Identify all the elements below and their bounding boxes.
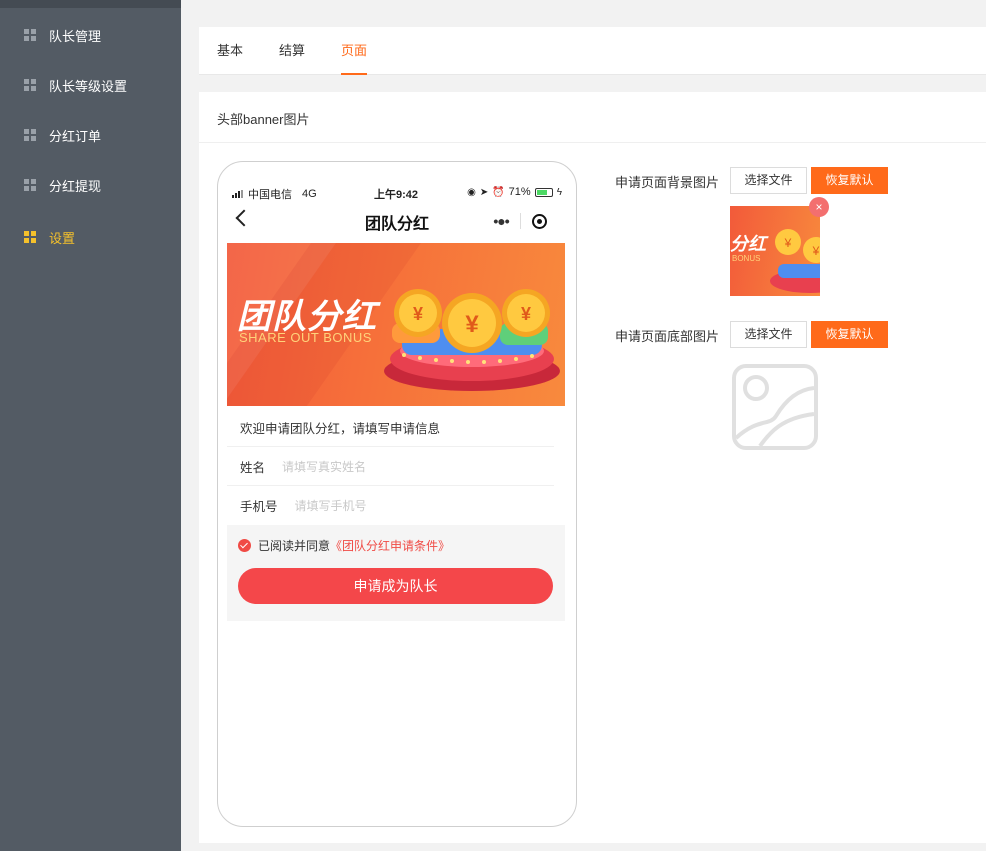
phone-row: 手机号 请填写手机号: [227, 486, 554, 525]
tab-basic[interactable]: 基本: [217, 27, 243, 75]
agreement-text: 已阅读并同意: [258, 539, 331, 553]
carrier-text: 中国电信: [248, 189, 292, 201]
phone-label: 手机号: [240, 500, 278, 514]
coin-symbol: ¥: [812, 244, 820, 258]
apply-form: 欢迎申请团队分红，请填写申请信息 姓名 请填写真实姓名 手机号 请填写手机号 已…: [227, 408, 565, 621]
grid-icon: [24, 129, 36, 141]
bottom-restore-default-button[interactable]: 恢复默认: [811, 321, 888, 348]
sidebar-item-settings[interactable]: 设置: [0, 220, 181, 254]
sidebar-item-level-settings[interactable]: 队长等级设置: [0, 68, 181, 102]
tab-page[interactable]: 页面: [341, 27, 368, 75]
coin-symbol: ¥: [465, 311, 479, 338]
agreement-area: 已阅读并同意 《团队分红申请条件》 申请成为队长: [227, 525, 565, 621]
sidebar-item-label: 队长管理: [49, 28, 102, 44]
more-icon[interactable]: •●•: [482, 213, 520, 229]
checked-icon[interactable]: [238, 539, 251, 552]
clock-text: 上午9:42: [374, 189, 419, 201]
sidebar-top-strip: [0, 0, 181, 8]
section-title: 头部banner图片: [217, 112, 310, 127]
close-target-icon[interactable]: [521, 213, 558, 229]
sidebar-item-label: 分红订单: [49, 128, 102, 144]
sidebar: 队长管理 队长等级设置 分红订单 分红提现 设置: [0, 0, 181, 851]
alarm-icon: ⏰: [492, 186, 505, 198]
sidebar-item-label: 队长等级设置: [49, 78, 128, 94]
thumb-title: 分红: [730, 234, 766, 254]
agreement-link[interactable]: 《团队分红申请条件》: [330, 537, 450, 554]
sidebar-item-label: 分红提现: [49, 178, 102, 194]
grid-icon: [24, 231, 36, 243]
mini-program-navbar: 团队分红 •●•: [218, 206, 576, 236]
coin-icon: ¥ ¥: [770, 229, 820, 293]
coin-stage-icon: ¥ ¥ ¥: [384, 289, 560, 391]
bg-image-label: 申请页面背景图片: [615, 175, 720, 190]
coin-symbol: ¥: [784, 236, 792, 250]
bottom-choose-file-button[interactable]: 选择文件: [730, 321, 807, 348]
charging-icon: ϟ: [556, 186, 562, 198]
tab-bar: 基本 结算 页面: [199, 27, 986, 75]
location-icon: ➤: [479, 186, 489, 198]
image-placeholder-icon: [732, 364, 818, 450]
sidebar-item-dividend-orders[interactable]: 分红订单: [0, 118, 181, 152]
network-text: 4G: [302, 188, 317, 200]
signal-icon: [232, 190, 243, 198]
coin-symbol: ¥: [521, 304, 531, 324]
capsule-menu: •●•: [482, 208, 558, 234]
grid-icon: [24, 29, 36, 41]
battery-percent: 71%: [508, 186, 531, 198]
bottom-image-label: 申请页面底部图片: [615, 329, 720, 344]
phone-input[interactable]: 请填写手机号: [295, 497, 367, 514]
bg-image-thumbnail: 分红 BONUS ¥ ¥: [730, 206, 820, 296]
name-row: 姓名 请填写真实姓名: [227, 447, 554, 486]
welcome-text: 欢迎申请团队分红，请填写申请信息: [227, 408, 554, 447]
page-settings-card: 头部banner图片 中国电信 4G 上午9:42 ◉ ➤ ⏰ 71% ϟ 团队…: [199, 92, 986, 843]
header-banner: 团队分红 SHARE OUT BONUS ¥ ¥ ¥: [227, 243, 565, 406]
divider: [199, 142, 986, 143]
phone-preview: 中国电信 4G 上午9:42 ◉ ➤ ⏰ 71% ϟ 团队分红 •●• 团队分红…: [217, 161, 577, 827]
agreement-row: 已阅读并同意 《团队分红申请条件》: [238, 537, 450, 554]
apply-leader-button[interactable]: 申请成为队长: [238, 568, 553, 604]
status-bar: 中国电信 4G 上午9:42 ◉ ➤ ⏰ 71% ϟ: [232, 186, 562, 202]
name-input[interactable]: 请填写真实姓名: [282, 458, 366, 475]
battery-icon: [534, 187, 553, 197]
thumb-subtitle: BONUS: [732, 254, 761, 263]
remove-image-icon[interactable]: ×: [809, 197, 829, 217]
tab-settlement[interactable]: 结算: [279, 27, 305, 75]
sidebar-item-label: 设置: [49, 230, 76, 246]
grid-icon: [24, 79, 36, 91]
grid-icon: [24, 179, 36, 191]
battery-fill: [536, 189, 547, 195]
sidebar-item-team-leader-management[interactable]: 队长管理: [0, 18, 181, 52]
sidebar-item-dividend-withdrawal[interactable]: 分红提现: [0, 168, 181, 202]
bg-choose-file-button[interactable]: 选择文件: [730, 167, 807, 194]
rotation-lock-icon: ◉: [467, 186, 476, 198]
name-label: 姓名: [240, 460, 266, 475]
banner-subtitle: SHARE OUT BONUS: [239, 330, 372, 345]
bg-restore-default-button[interactable]: 恢复默认: [811, 167, 888, 194]
coin-symbol: ¥: [413, 304, 423, 324]
